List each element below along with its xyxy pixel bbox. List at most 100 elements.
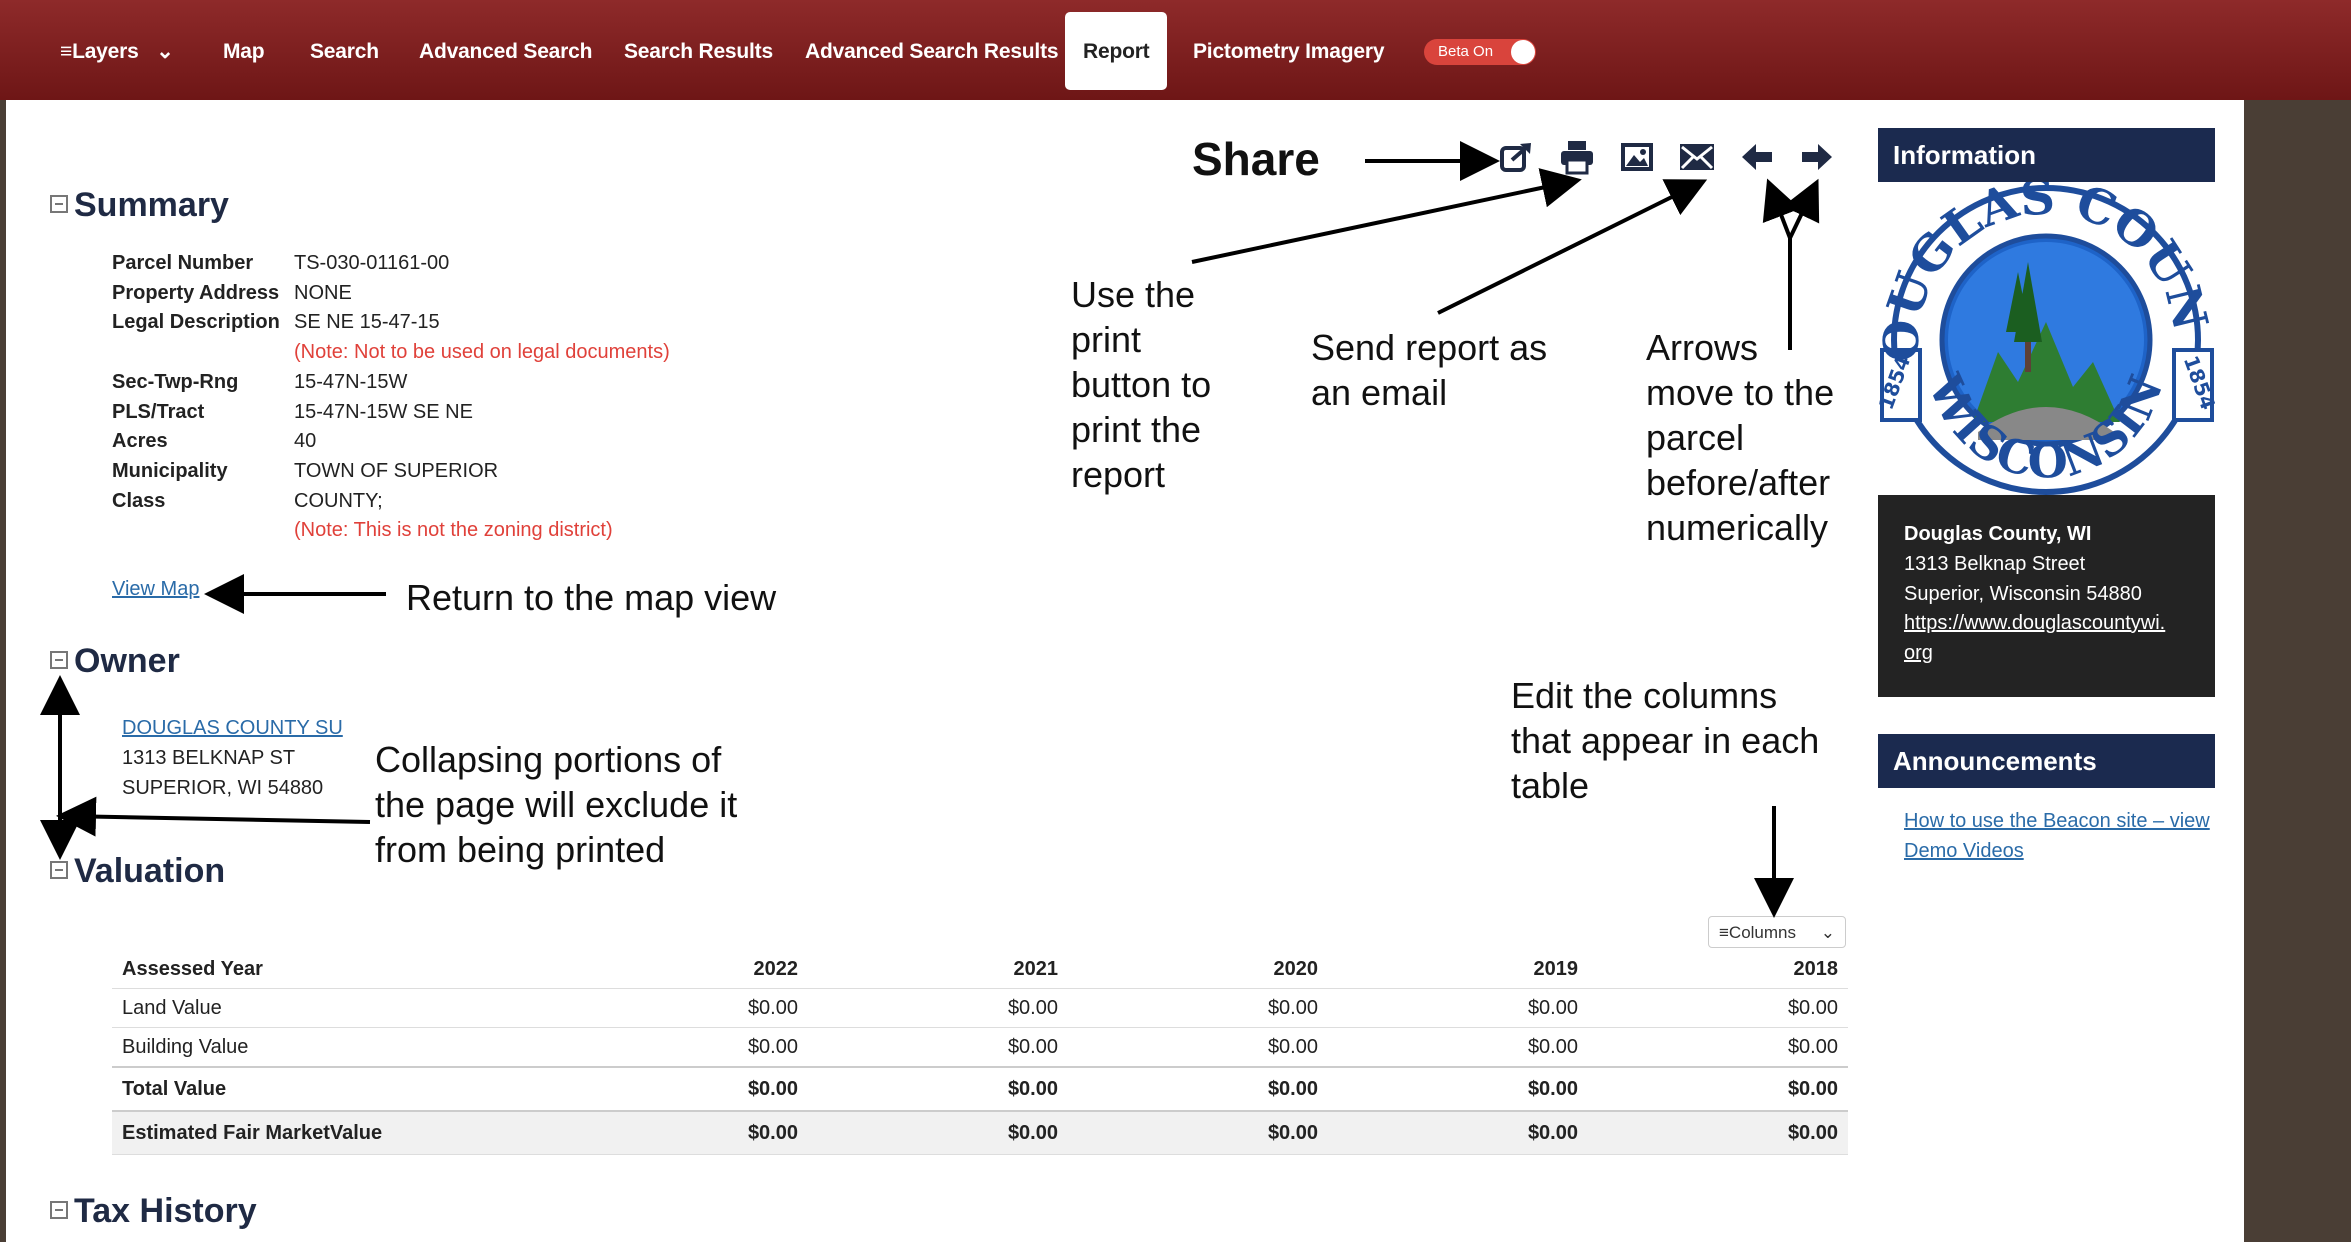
- sec-twp-rng-label: Sec-Twp-Rng: [112, 371, 239, 393]
- arrow-left-icon[interactable]: [1738, 138, 1776, 176]
- nav-search-results[interactable]: Search Results: [624, 0, 773, 100]
- pls-tract-value: 15-47N-15W SE NE: [294, 401, 473, 423]
- table-row-fair-market: Estimated Fair MarketValue $0.00 $0.00 $…: [112, 1110, 1848, 1155]
- annotation-columns: Edit the columns that appear in each tab…: [1511, 673, 1819, 808]
- collapse-icon[interactable]: [50, 1201, 68, 1220]
- table-cell: $0.00: [1328, 1027, 1588, 1068]
- nav-advanced-search-results[interactable]: Advanced Search Results: [805, 0, 1059, 100]
- sec-twp-rng-value: 15-47N-15W: [294, 371, 408, 393]
- beta-toggle-label: Beta On: [1438, 43, 1494, 60]
- table-cell: $0.00: [1328, 1110, 1588, 1155]
- announcement-link[interactable]: How to use the Beacon site – view: [1904, 810, 2210, 833]
- valuation-title: Valuation: [74, 852, 226, 890]
- collapse-icon[interactable]: [50, 651, 68, 670]
- row-label: Building Value: [112, 1027, 558, 1068]
- valuation-section-header[interactable]: Valuation: [50, 852, 225, 891]
- annotation-line: Arrows: [1646, 327, 1759, 368]
- class-value: COUNTY;: [294, 490, 383, 512]
- table-cell: $0.00: [1588, 1027, 1848, 1068]
- layers-icon: ≡: [60, 40, 73, 63]
- columns-button-label: Columns: [1728, 923, 1797, 942]
- column-header: 2020: [1068, 950, 1328, 989]
- column-header: Assessed Year: [112, 950, 558, 989]
- owner-name-link[interactable]: DOUGLAS COUNTY SU: [122, 717, 343, 740]
- tax-history-section-header[interactable]: Tax History: [50, 1192, 257, 1231]
- table-header-row: Assessed Year 2022 2021 2020 2019 2018: [112, 950, 1848, 989]
- class-label: Class: [112, 490, 166, 512]
- nav-layers-dropdown[interactable]: ≡Layers ⌄: [60, 0, 174, 100]
- column-header: 2021: [808, 950, 1068, 989]
- nav-search[interactable]: Search: [310, 0, 379, 100]
- table-cell: $0.00: [1588, 1110, 1848, 1155]
- chevron-down-icon: ⌄: [156, 40, 174, 63]
- annotation-line: report: [1071, 454, 1166, 495]
- annotation-line: move to the: [1646, 372, 1835, 413]
- table-row-total: Total Value $0.00 $0.00 $0.00 $0.00 $0.0…: [112, 1066, 1848, 1112]
- municipality-label: Municipality: [112, 460, 228, 482]
- owner-section-header[interactable]: Owner: [50, 642, 180, 681]
- annotation-line: table: [1511, 765, 1590, 806]
- org-website-link-cont[interactable]: org: [1904, 642, 1933, 665]
- summary-section-header[interactable]: Summary: [50, 186, 229, 225]
- share-icon[interactable]: [1498, 138, 1536, 176]
- row-label: Land Value: [112, 988, 558, 1028]
- information-panel-header: Information: [1878, 128, 2215, 182]
- org-website-link[interactable]: https://www.douglascountywi.: [1904, 612, 2165, 635]
- view-map-link[interactable]: View Map: [112, 578, 199, 601]
- annotation-line: before/after: [1646, 462, 1831, 503]
- nav-layers-label: Layers: [72, 40, 139, 63]
- beta-toggle[interactable]: Beta On: [1424, 39, 1536, 65]
- table-cell: $0.00: [1068, 988, 1328, 1028]
- annotation-line: print: [1071, 319, 1142, 360]
- property-address-label: Property Address: [112, 282, 280, 304]
- collapse-icon[interactable]: [50, 195, 68, 214]
- acres-label: Acres: [112, 430, 168, 452]
- top-navbar: ≡Layers ⌄ Map Search Advanced Search Sea…: [0, 0, 2351, 100]
- table-row: Land Value $0.00 $0.00 $0.00 $0.00 $0.00: [112, 988, 1848, 1028]
- owner-title: Owner: [74, 642, 180, 680]
- table-cell: $0.00: [558, 1027, 808, 1068]
- page-margin: [2244, 100, 2351, 1242]
- parcel-number-value: TS-030-01161-00: [294, 252, 450, 274]
- annotation-line: numerically: [1646, 507, 1829, 548]
- arrow-right-icon[interactable]: [1798, 138, 1836, 176]
- collapse-icon[interactable]: [50, 861, 68, 880]
- annotation-line: an email: [1311, 372, 1448, 413]
- table-cell: $0.00: [1068, 1066, 1328, 1112]
- row-label: Estimated Fair MarketValue: [112, 1110, 558, 1155]
- print-icon[interactable]: [1558, 138, 1596, 176]
- property-address-value: NONE: [294, 282, 352, 304]
- column-header: 2022: [558, 950, 808, 989]
- table-cell: $0.00: [808, 1066, 1068, 1112]
- table-cell: $0.00: [808, 1027, 1068, 1068]
- org-street: 1313 Belknap Street: [1904, 553, 2086, 575]
- annotation-line: that appear in each: [1511, 720, 1820, 761]
- email-icon[interactable]: [1678, 138, 1716, 176]
- legal-description-value: SE NE 15-47-15: [294, 311, 440, 333]
- announcement-link-cont[interactable]: Demo Videos: [1904, 840, 2024, 863]
- acres-value: 40: [294, 430, 317, 452]
- table-cell: $0.00: [1328, 988, 1588, 1028]
- table-cell: $0.00: [558, 1110, 808, 1155]
- tax-history-title: Tax History: [74, 1192, 257, 1230]
- annotation-email: Send report as an email: [1311, 325, 1547, 415]
- annotation-line: button to: [1071, 364, 1212, 405]
- row-label: Total Value: [112, 1066, 558, 1112]
- nav-advanced-search[interactable]: Advanced Search: [419, 0, 592, 100]
- chevron-down-icon: ⌄: [1820, 923, 1835, 942]
- nav-map[interactable]: Map: [223, 0, 265, 100]
- summary-title: Summary: [74, 186, 229, 224]
- table-cell: $0.00: [1068, 1027, 1328, 1068]
- nav-report[interactable]: Report: [1065, 12, 1168, 90]
- annotation-line: Collapsing portions of: [375, 739, 722, 780]
- annotation-line: Use the: [1071, 274, 1196, 315]
- image-icon[interactable]: [1618, 138, 1656, 176]
- org-city: Superior, Wisconsin 54880: [1904, 583, 2142, 605]
- parcel-number-label: Parcel Number: [112, 252, 254, 274]
- table-cell: $0.00: [1588, 1066, 1848, 1112]
- org-name: Douglas County, WI: [1904, 523, 2092, 545]
- owner-city: SUPERIOR, WI 54880: [122, 777, 324, 799]
- table-cell: $0.00: [558, 988, 808, 1028]
- columns-button[interactable]: ≡Columns ⌄: [1708, 916, 1846, 948]
- nav-pictometry[interactable]: Pictometry Imagery: [1193, 0, 1385, 100]
